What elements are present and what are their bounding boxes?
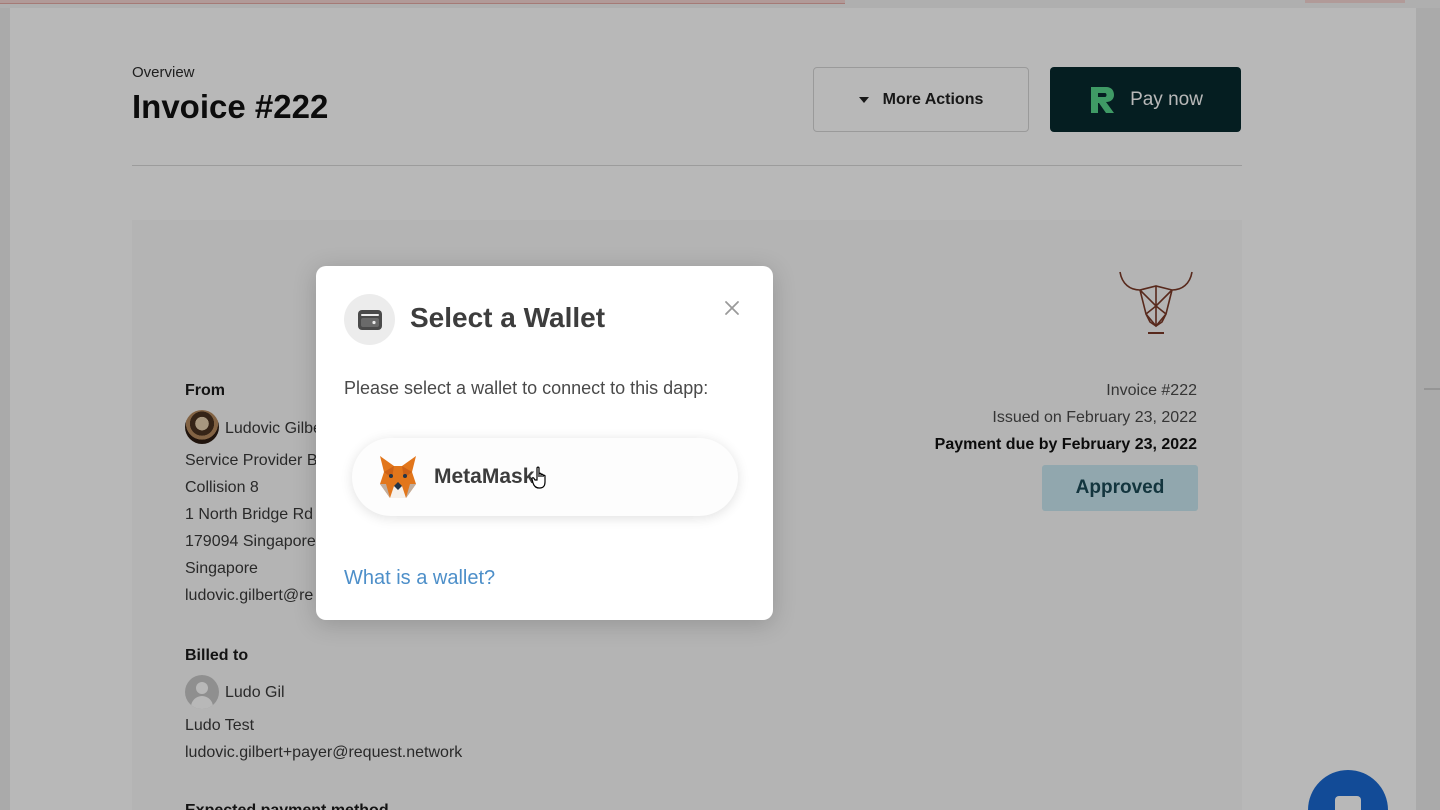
modal-title: Select a Wallet — [410, 302, 606, 333]
modal-subtitle: Please select a wallet to connect to thi… — [344, 378, 709, 398]
close-button[interactable] — [720, 296, 744, 320]
select-wallet-modal: Select a Wallet Please select a wallet t… — [316, 266, 773, 620]
what-is-wallet-link[interactable]: What is a wallet? — [344, 567, 495, 590]
wallet-icon — [357, 309, 382, 330]
close-icon — [725, 301, 739, 315]
metamask-fox-icon — [380, 456, 416, 498]
wallet-icon-container — [344, 294, 395, 345]
wallet-name: MetaMask — [434, 465, 535, 488]
hand-pointer-icon — [531, 466, 546, 489]
